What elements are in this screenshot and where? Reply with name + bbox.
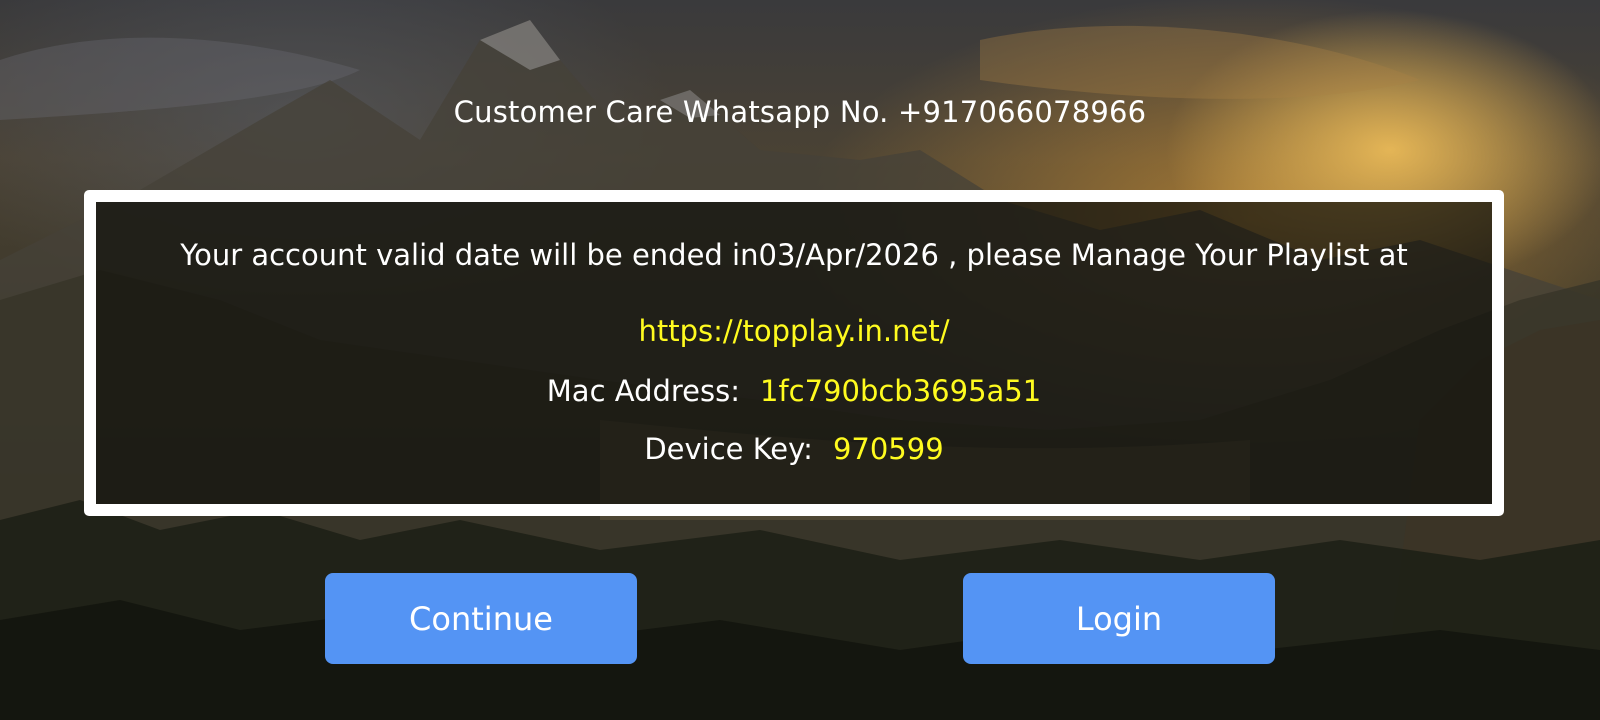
app-screen: Customer Care Whatsapp No. +917066078966… (0, 0, 1600, 720)
mac-address-value: 1fc790bcb3695a51 (760, 374, 1042, 408)
customer-care-whatsapp-text: Customer Care Whatsapp No. +917066078966 (453, 95, 1147, 129)
account-info-box: Your account valid date will be ended in… (84, 190, 1504, 516)
login-button[interactable]: Login (963, 573, 1275, 664)
device-key-label: Device Key: (644, 432, 813, 466)
account-validity-message: Your account valid date will be ended in… (180, 238, 1408, 272)
continue-button[interactable]: Continue (325, 573, 637, 664)
mac-address-row: Mac Address: 1fc790bcb3695a51 (96, 374, 1492, 408)
mac-address-label: Mac Address: (546, 374, 740, 408)
device-key-row: Device Key: 970599 (96, 432, 1492, 466)
device-key-value: 970599 (832, 432, 944, 466)
playlist-url-link[interactable]: https://topplay.in.net/ (96, 314, 1492, 348)
